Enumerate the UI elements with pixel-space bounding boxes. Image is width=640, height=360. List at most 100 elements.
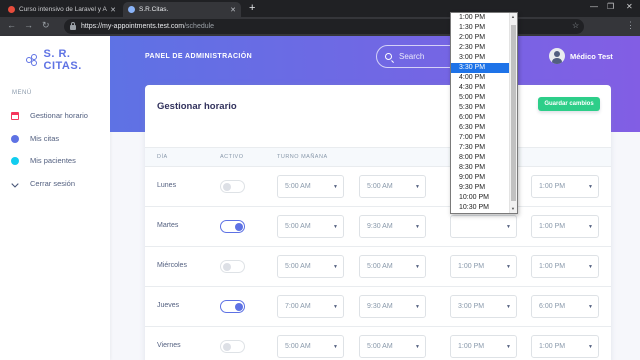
afternoon-start-select[interactable]: 1:00 PM ▼ [450,255,517,278]
active-toggle[interactable] [220,220,245,233]
dropdown-option[interactable]: 6:30 PM [451,123,517,133]
day-name: Lunes [157,182,177,189]
dropdown-option[interactable]: 5:00 PM [451,93,517,103]
logout-icon [11,179,19,188]
morning-start-select[interactable]: 5:00 AM ▼ [277,175,344,198]
tab-favicon-icon [128,6,135,13]
morning-end-select[interactable]: 9:30 AM ▼ [359,295,426,318]
close-tab-icon[interactable]: ✕ [230,6,236,14]
browser-tab-bar: Curso intensivo de Laravel y Andr ✕ S.R.… [0,0,640,17]
browser-toolbar: ← → ↻ https://my-appointments.test.com/s… [0,17,640,36]
dropdown-option[interactable]: 5:30 PM [451,103,517,113]
morning-end-select[interactable]: 9:30 AM ▼ [359,215,426,238]
search-icon [385,53,392,60]
schedule-card: Gestionar horario Guardar cambios DÍA AC… [145,85,611,360]
active-toggle[interactable] [220,340,245,353]
reload-icon[interactable]: ↻ [42,20,50,31]
sidebar-item-label: Mis citas [30,134,60,143]
morning-end-select[interactable]: 5:00 AM ▼ [359,255,426,278]
dropdown-option[interactable]: 2:30 PM [451,43,517,53]
patients-icon [11,156,19,165]
sidebar: S. R. CITAS. MENÚ Gestionar horario Mis … [0,36,110,360]
dropdown-option[interactable]: 9:00 PM [451,173,517,183]
brand-name: S. R. CITAS. [43,48,82,72]
dropdown-option[interactable]: 8:00 PM [451,153,517,163]
active-toggle[interactable] [220,260,245,273]
tab-title: Curso intensivo de Laravel y Andr [19,6,108,13]
dropdown-option[interactable]: 6:00 PM [451,113,517,123]
dropdown-option[interactable]: 10:30 PM [451,203,517,213]
dropdown-option[interactable]: 3:30 PM [451,63,517,73]
user-name: Médico Test [570,51,613,61]
sidebar-item-label: Cerrar sesión [30,179,76,188]
table-row: Miércoles 5:00 AM ▼ 5:00 AM ▼ 1:00 PM ▼ 1:0… [145,247,611,287]
dropdown-option[interactable]: 9:30 PM [451,183,517,193]
dropdown-option[interactable]: 4:30 PM [451,83,517,93]
url-host: https://my-appointments.test.com [81,23,185,30]
browser-tab-citas[interactable]: S.R.Citas. ✕ [123,2,241,17]
afternoon-start-select[interactable]: ▼ [450,215,517,238]
afternoon-start-select[interactable]: 3:00 PM ▼ [450,295,517,318]
minimize-icon[interactable]: — [590,2,598,11]
day-name: Miércoles [157,262,187,269]
lock-icon [70,22,76,30]
menu-label: MENÚ [12,90,32,96]
dropdown-option[interactable]: 7:30 PM [451,143,517,153]
sidebar-item-patients[interactable]: Mis pacientes [11,156,76,165]
dropdown-options: 1:00 PM 1:30 PM 2:00 PM 2:30 PM 3:00 PM 3:30 … [451,13,517,213]
morning-end-select[interactable]: 5:00 AM ▼ [359,335,426,358]
morning-start-select[interactable]: 5:00 AM ▼ [277,215,344,238]
active-toggle[interactable] [220,300,245,313]
dropdown-option[interactable]: 3:00 PM [451,53,517,63]
scroll-up-icon[interactable]: ▲ [510,14,516,19]
sidebar-item-appointments[interactable]: Mis citas [11,134,59,143]
card-title: Gestionar horario [157,101,237,112]
dropdown-option[interactable]: 4:00 PM [451,73,517,83]
afternoon-end-select[interactable]: 1:00 PM ▼ [531,215,599,238]
brand-icon [26,54,40,66]
afternoon-start-select[interactable]: 1:00 PM ▼ [450,335,517,358]
table-row: Martes 5:00 AM ▼ 9:30 AM ▼ ▼ 1:00 PM ▼ [145,207,611,247]
url-path: /schedule [184,23,215,30]
column-header-day: DÍA [157,154,168,160]
dropdown-option[interactable]: 10:00 PM [451,193,517,203]
forward-icon[interactable]: → [24,20,33,30]
scroll-down-icon[interactable]: ▼ [510,206,516,211]
search-placeholder: Search [399,52,425,61]
clock-icon [11,134,19,143]
brand-logo[interactable]: S. R. CITAS. [26,48,110,72]
day-name: Jueves [157,302,180,309]
sidebar-item-logout[interactable]: Cerrar sesión [11,179,75,188]
dropdown-option[interactable]: 1:30 PM [451,23,517,33]
dropdown-option[interactable]: 7:00 PM [451,133,517,143]
maximize-icon[interactable]: ❐ [607,2,614,11]
afternoon-end-select[interactable]: 1:00 PM ▼ [531,175,599,198]
close-tab-icon[interactable]: ✕ [110,6,116,14]
dropdown-scrollbar[interactable]: ▲ ▼ [509,13,517,213]
sidebar-item-schedule[interactable]: Gestionar horario [11,111,88,120]
scrollbar-thumb[interactable] [511,25,516,201]
dropdown-option[interactable]: 1:00 PM [451,13,517,23]
morning-start-select[interactable]: 5:00 AM ▼ [277,255,344,278]
save-button[interactable]: Guardar cambios [538,97,600,111]
active-toggle[interactable] [220,180,245,193]
bookmark-star-icon[interactable]: ☆ [572,21,579,30]
morning-end-select[interactable]: 5:00 AM ▼ [359,175,426,198]
table-row: Lunes 5:00 AM▼ 5:00 AM▼ ▼ 1:00 PM▼ [145,167,611,207]
back-icon[interactable]: ← [7,20,16,30]
morning-start-select[interactable]: 7:00 AM ▼ [277,295,344,318]
day-name: Martes [157,222,179,229]
afternoon-end-select[interactable]: 1:00 PM ▼ [531,335,599,358]
dropdown-option[interactable]: 2:00 PM [451,33,517,43]
new-tab-icon[interactable]: + [249,2,255,14]
morning-start-select[interactable]: 5:00 AM ▼ [277,335,344,358]
dropdown-option[interactable]: 8:30 PM [451,163,517,173]
afternoon-end-select[interactable]: 6:00 PM ▼ [531,295,599,318]
calendar-icon [11,111,19,120]
browser-menu-icon[interactable]: ⋮ [626,20,635,31]
user-menu[interactable]: Médico Test [549,48,613,64]
afternoon-end-select[interactable]: 1:00 PM ▼ [531,255,599,278]
time-dropdown-list[interactable]: 1:00 PM 1:30 PM 2:00 PM 2:30 PM 3:00 PM 3:30 … [450,12,518,214]
browser-tab-course[interactable]: Curso intensivo de Laravel y Andr ✕ [3,2,121,17]
close-window-icon[interactable]: ✕ [626,2,633,11]
